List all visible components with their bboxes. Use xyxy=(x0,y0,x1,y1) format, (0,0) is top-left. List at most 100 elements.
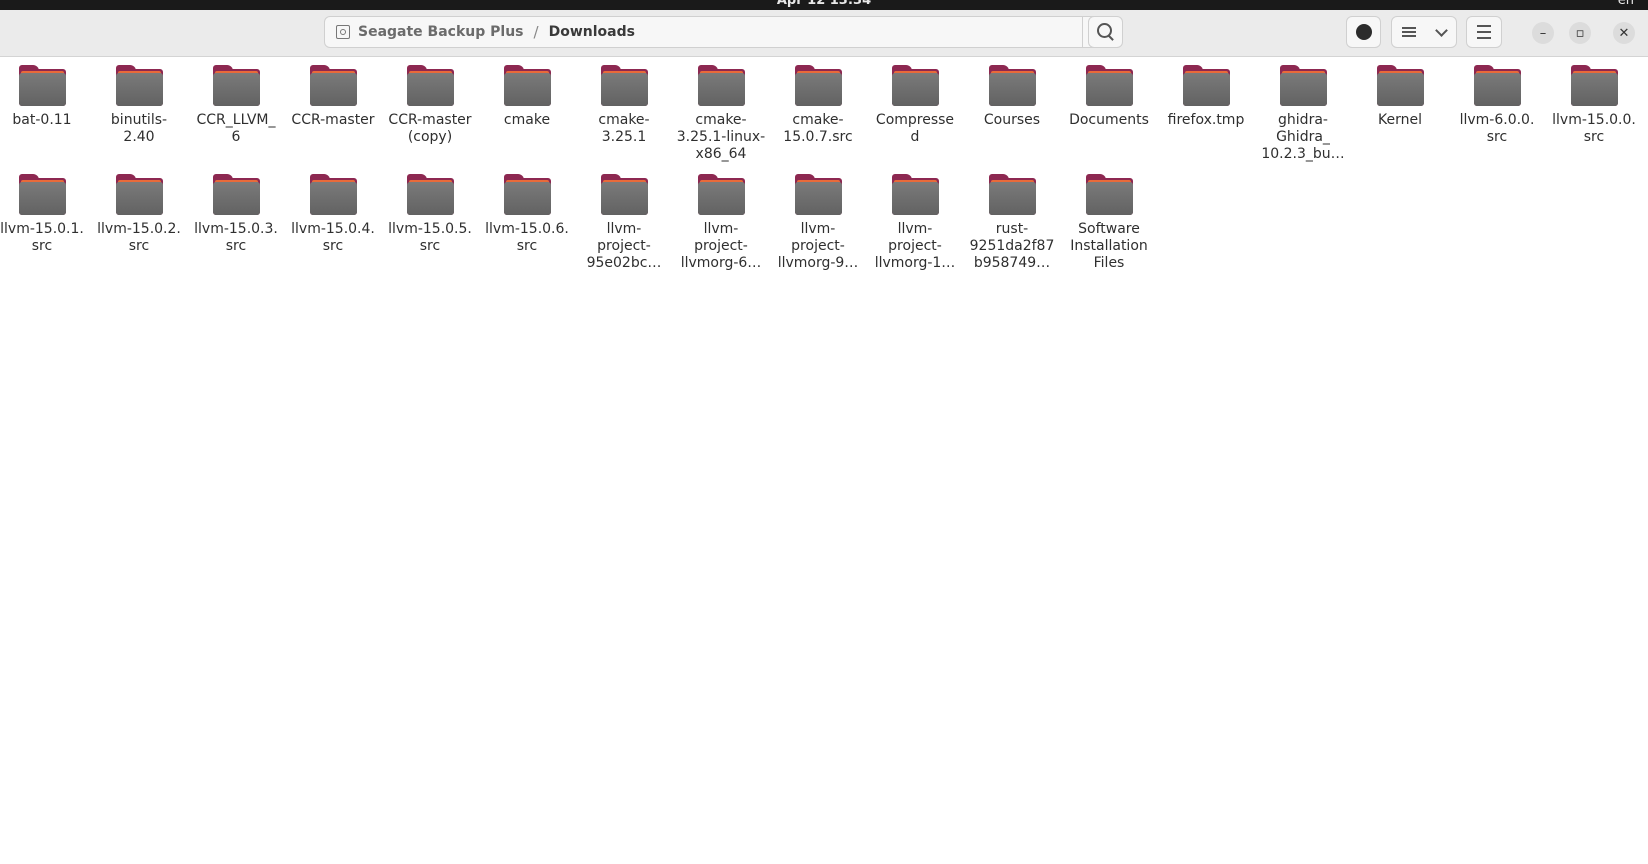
folder-icon xyxy=(406,174,454,215)
folder-item[interactable]: Kernel xyxy=(1354,58,1446,129)
folder-name: llvm- project- llvmorg-9… xyxy=(777,221,859,271)
folder-item[interactable]: Documents xyxy=(1063,58,1155,129)
folder-name: firefox.tmp xyxy=(1167,112,1245,128)
folder-name: llvm-15.0.1. src xyxy=(0,221,84,254)
clock[interactable]: Apr 12 13:34 xyxy=(0,0,1648,8)
folder-item[interactable]: cmake xyxy=(481,58,573,129)
folder-item[interactable]: rust- 9251da2f87 b958749… xyxy=(966,167,1058,272)
folder-item[interactable]: CCR-master (copy) xyxy=(384,58,476,146)
folder-item[interactable]: llvm-15.0.5. src xyxy=(384,167,476,255)
folder-item[interactable]: firefox.tmp xyxy=(1160,58,1252,129)
folder-icon xyxy=(212,174,260,215)
folder-item[interactable]: llvm-15.0.2. src xyxy=(93,167,185,255)
folder-icon xyxy=(503,65,551,106)
breadcrumb-current[interactable]: Downloads xyxy=(549,24,635,40)
folder-icon xyxy=(503,174,551,215)
folder-name: llvm-15.0.4. src xyxy=(291,221,375,254)
folder-item[interactable]: llvm- project- llvmorg-6… xyxy=(675,167,767,272)
system-top-bar: Apr 12 13:34 en xyxy=(0,0,1648,10)
header-bar: Seagate Backup Plus / Downloads ⋮ – ▫ ✕ xyxy=(0,10,1648,57)
folder-item[interactable]: llvm- project- llvmorg-1… xyxy=(869,167,961,272)
folder-name: llvm- project- 95e02bc… xyxy=(586,221,662,271)
folder-icon xyxy=(309,65,357,106)
record-icon xyxy=(1355,24,1372,40)
folder-item[interactable]: Software Installation Files xyxy=(1063,167,1155,272)
folder-icon xyxy=(891,65,939,106)
minimize-button[interactable]: – xyxy=(1532,22,1554,44)
folder-name: llvm-15.0.6. src xyxy=(485,221,569,254)
folder-name: CCR_LLVM_ 6 xyxy=(196,112,276,145)
chevron-down-icon xyxy=(1434,23,1448,37)
folder-name: cmake- 3.25.1 xyxy=(598,112,650,145)
folder-name: cmake- 15.0.7.src xyxy=(783,112,853,145)
main-menu-button[interactable] xyxy=(1466,16,1502,48)
folder-icon xyxy=(18,174,66,215)
system-tray[interactable]: en xyxy=(1618,0,1634,8)
folder-name: llvm-15.0.5. src xyxy=(388,221,472,254)
folder-name: llvm-6.0.0. src xyxy=(1459,112,1535,145)
close-button[interactable]: ✕ xyxy=(1613,22,1635,44)
folder-item[interactable]: llvm-6.0.0. src xyxy=(1451,58,1543,146)
folder-name: Software Installation Files xyxy=(1070,221,1148,271)
folder-name: llvm-15.0.2. src xyxy=(97,221,181,254)
folder-item[interactable]: cmake- 15.0.7.src xyxy=(772,58,864,146)
folder-item[interactable]: llvm-15.0.4. src xyxy=(287,167,379,255)
search-icon xyxy=(1096,23,1112,38)
folder-icon xyxy=(794,174,842,215)
folder-item[interactable]: llvm-15.0.1. src xyxy=(0,167,88,255)
folder-name: cmake xyxy=(503,112,551,128)
folder-item[interactable]: ghidra- Ghidra_ 10.2.3_bu… xyxy=(1257,58,1349,163)
folder-item[interactable]: llvm- project- 95e02bc… xyxy=(578,167,670,272)
folder-icon xyxy=(212,65,260,106)
folder-item[interactable]: CCR-master xyxy=(287,58,379,129)
folder-icon xyxy=(891,174,939,215)
folder-item[interactable]: llvm-15.0.0. src xyxy=(1548,58,1640,146)
folder-item[interactable]: Compresse d xyxy=(869,58,961,146)
folder-icon xyxy=(988,174,1036,215)
folder-item[interactable]: llvm-15.0.6. src xyxy=(481,167,573,255)
list-view-icon xyxy=(1402,27,1416,37)
breadcrumb-drive[interactable]: Seagate Backup Plus xyxy=(358,24,524,40)
folder-name: llvm-15.0.3. src xyxy=(194,221,278,254)
folder-item[interactable]: Courses xyxy=(966,58,1058,129)
maximize-button[interactable]: ▫ xyxy=(1569,22,1591,44)
view-mode-button[interactable] xyxy=(1391,16,1427,48)
folder-name: Documents xyxy=(1069,112,1149,128)
folder-icon xyxy=(1085,174,1133,215)
folder-icon xyxy=(1279,65,1327,106)
folder-item[interactable]: llvm-15.0.3. src xyxy=(190,167,282,255)
folder-icon xyxy=(1570,65,1618,106)
language-indicator[interactable]: en xyxy=(1618,0,1634,8)
hamburger-icon xyxy=(1477,25,1491,39)
folder-item[interactable]: llvm- project- llvmorg-9… xyxy=(772,167,864,272)
folder-item[interactable]: bat-0.11 xyxy=(0,58,88,129)
breadcrumb-separator: / xyxy=(533,23,539,41)
folder-icon xyxy=(309,174,357,215)
folder-name: llvm-15.0.0. src xyxy=(1552,112,1636,145)
folder-icon xyxy=(1085,65,1133,106)
folder-name: ghidra- Ghidra_ 10.2.3_bu… xyxy=(1261,112,1345,162)
folder-item[interactable]: cmake- 3.25.1-linux- x86_64 xyxy=(675,58,767,163)
folder-icon xyxy=(600,174,648,215)
folder-name: cmake- 3.25.1-linux- x86_64 xyxy=(676,112,766,162)
path-bar-spacer[interactable] xyxy=(635,17,1082,47)
folder-name: Kernel xyxy=(1378,112,1422,128)
folder-name: binutils- 2.40 xyxy=(110,112,168,145)
record-button[interactable] xyxy=(1346,16,1381,48)
view-options-button[interactable] xyxy=(1426,16,1457,48)
folder-name: Courses xyxy=(983,112,1041,128)
folder-icon xyxy=(115,174,163,215)
folder-item[interactable]: cmake- 3.25.1 xyxy=(578,58,670,146)
folder-icon xyxy=(697,65,745,106)
path-bar[interactable]: Seagate Backup Plus / Downloads ⋮ xyxy=(324,16,1122,48)
folder-icon xyxy=(115,65,163,106)
search-button[interactable] xyxy=(1088,16,1123,48)
folder-icon xyxy=(1182,65,1230,106)
folder-item[interactable]: binutils- 2.40 xyxy=(93,58,185,146)
folder-icon xyxy=(600,65,648,106)
folder-icon xyxy=(18,65,66,106)
folder-icon xyxy=(1376,65,1424,106)
file-grid[interactable]: bat-0.11 binutils- 2.40 CCR_LLVM_ 6 CCR-mas… xyxy=(0,58,1648,864)
folder-icon xyxy=(1473,65,1521,106)
folder-item[interactable]: CCR_LLVM_ 6 xyxy=(190,58,282,146)
